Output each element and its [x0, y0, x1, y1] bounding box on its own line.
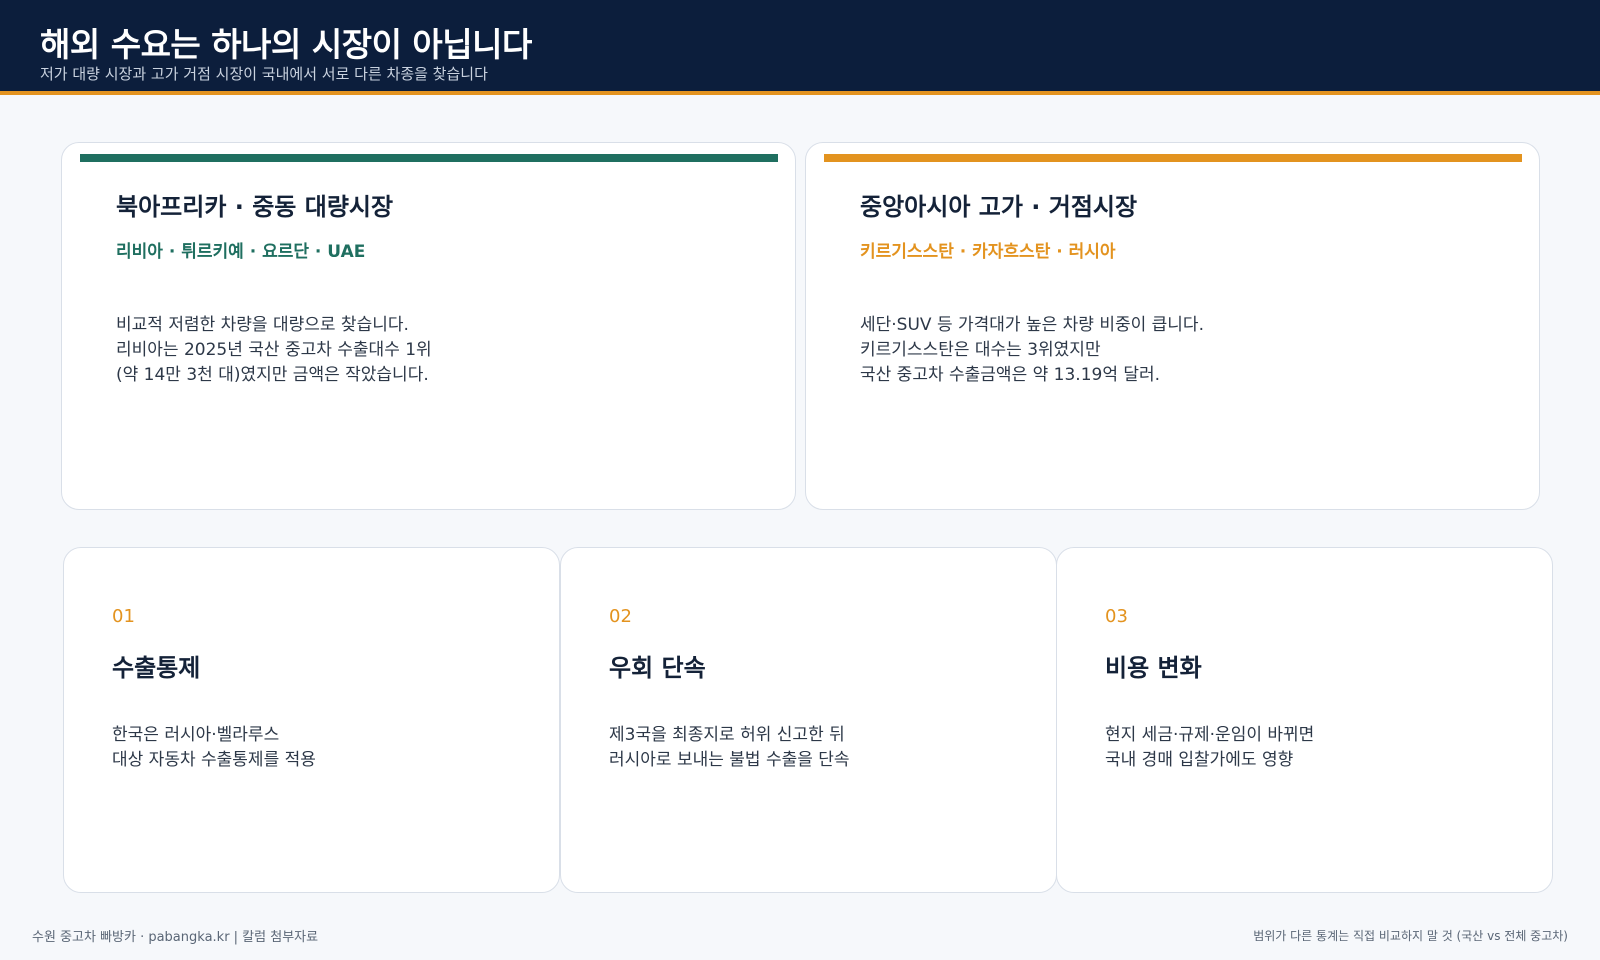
issue-description: 제3국을 최종지로 허위 신고한 뒤 러시아로 보내는 불법 수출을 단속	[609, 723, 850, 773]
market-regions: 리비아 · 튀르키예 · 요르단 · UAE	[116, 242, 366, 262]
page-title: 해외 수요는 하나의 시장이 아닙니다	[40, 25, 532, 64]
issue-number: 01	[112, 606, 135, 627]
market-regions: 키르기스스탄 · 카자흐스탄 · 러시아	[860, 242, 1116, 262]
issue-title: 비용 변화	[1105, 654, 1202, 682]
page-subtitle: 저가 대량 시장과 고가 거점 시장이 국내에서 서로 다른 차종을 찾습니다	[40, 65, 488, 83]
market-title: 북아프리카 · 중동 대량시장	[116, 193, 394, 221]
footer-source: 수원 중고차 빠방카 · pabangka.kr | 칼럼 첨부자료	[32, 930, 319, 945]
market-card-north-africa-middle-east: 북아프리카 · 중동 대량시장 리비아 · 튀르키예 · 요르단 · UAE 비…	[61, 142, 796, 510]
issue-description: 한국은 러시아·벨라루스 대상 자동차 수출통제를 적용	[112, 723, 316, 773]
market-card-central-asia: 중앙아시아 고가 · 거점시장 키르기스스탄 · 카자흐스탄 · 러시아 세단·…	[805, 142, 1540, 510]
issue-title: 우회 단속	[609, 654, 706, 682]
page-header: 해외 수요는 하나의 시장이 아닙니다 저가 대량 시장과 고가 거점 시장이 …	[0, 0, 1600, 95]
issue-number: 03	[1105, 606, 1128, 627]
issue-card-cost-change: 03 비용 변화 현지 세금·규제·운임이 바뀌면 국내 경매 입찰가에도 영향	[1056, 547, 1553, 893]
description-line: 국산 중고차 수출금액은 약 13.19억 달러.	[860, 365, 1161, 385]
issue-title: 수출통제	[112, 654, 201, 682]
description-line: 국내 경매 입찰가에도 영향	[1105, 750, 1294, 770]
issue-card-export-control: 01 수출통제 한국은 러시아·벨라루스 대상 자동차 수출통제를 적용	[63, 547, 560, 893]
description-line: 러시아로 보내는 불법 수출을 단속	[609, 750, 850, 770]
accent-bar	[80, 154, 778, 162]
description-line: 대상 자동차 수출통제를 적용	[112, 750, 316, 770]
footer-note: 범위가 다른 통계는 직접 비교하지 말 것 (국산 vs 전체 중고차)	[1253, 929, 1568, 943]
description-line: 세단·SUV 등 가격대가 높은 차량 비중이 큽니다.	[860, 315, 1204, 335]
issue-card-bypass-crackdown: 02 우회 단속 제3국을 최종지로 허위 신고한 뒤 러시아로 보내는 불법 …	[560, 547, 1057, 893]
description-line: 한국은 러시아·벨라루스	[112, 725, 280, 745]
description-line: 키르기스스탄은 대수는 3위였지만	[860, 340, 1101, 360]
description-line: 비교적 저렴한 차량을 대량으로 찾습니다.	[116, 315, 409, 335]
description-line: (약 14만 3천 대)였지만 금액은 작았습니다.	[116, 365, 429, 385]
market-description: 세단·SUV 등 가격대가 높은 차량 비중이 큽니다. 키르기스스탄은 대수는…	[860, 313, 1204, 388]
description-line: 현지 세금·규제·운임이 바뀌면	[1105, 725, 1315, 745]
description-line: 제3국을 최종지로 허위 신고한 뒤	[609, 725, 845, 745]
market-title: 중앙아시아 고가 · 거점시장	[860, 193, 1138, 221]
description-line: 리비아는 2025년 국산 중고차 수출대수 1위	[116, 340, 432, 360]
market-description: 비교적 저렴한 차량을 대량으로 찾습니다. 리비아는 2025년 국산 중고차…	[116, 313, 432, 388]
accent-bar	[824, 154, 1522, 162]
issue-number: 02	[609, 606, 632, 627]
issue-description: 현지 세금·규제·운임이 바뀌면 국내 경매 입찰가에도 영향	[1105, 723, 1314, 773]
